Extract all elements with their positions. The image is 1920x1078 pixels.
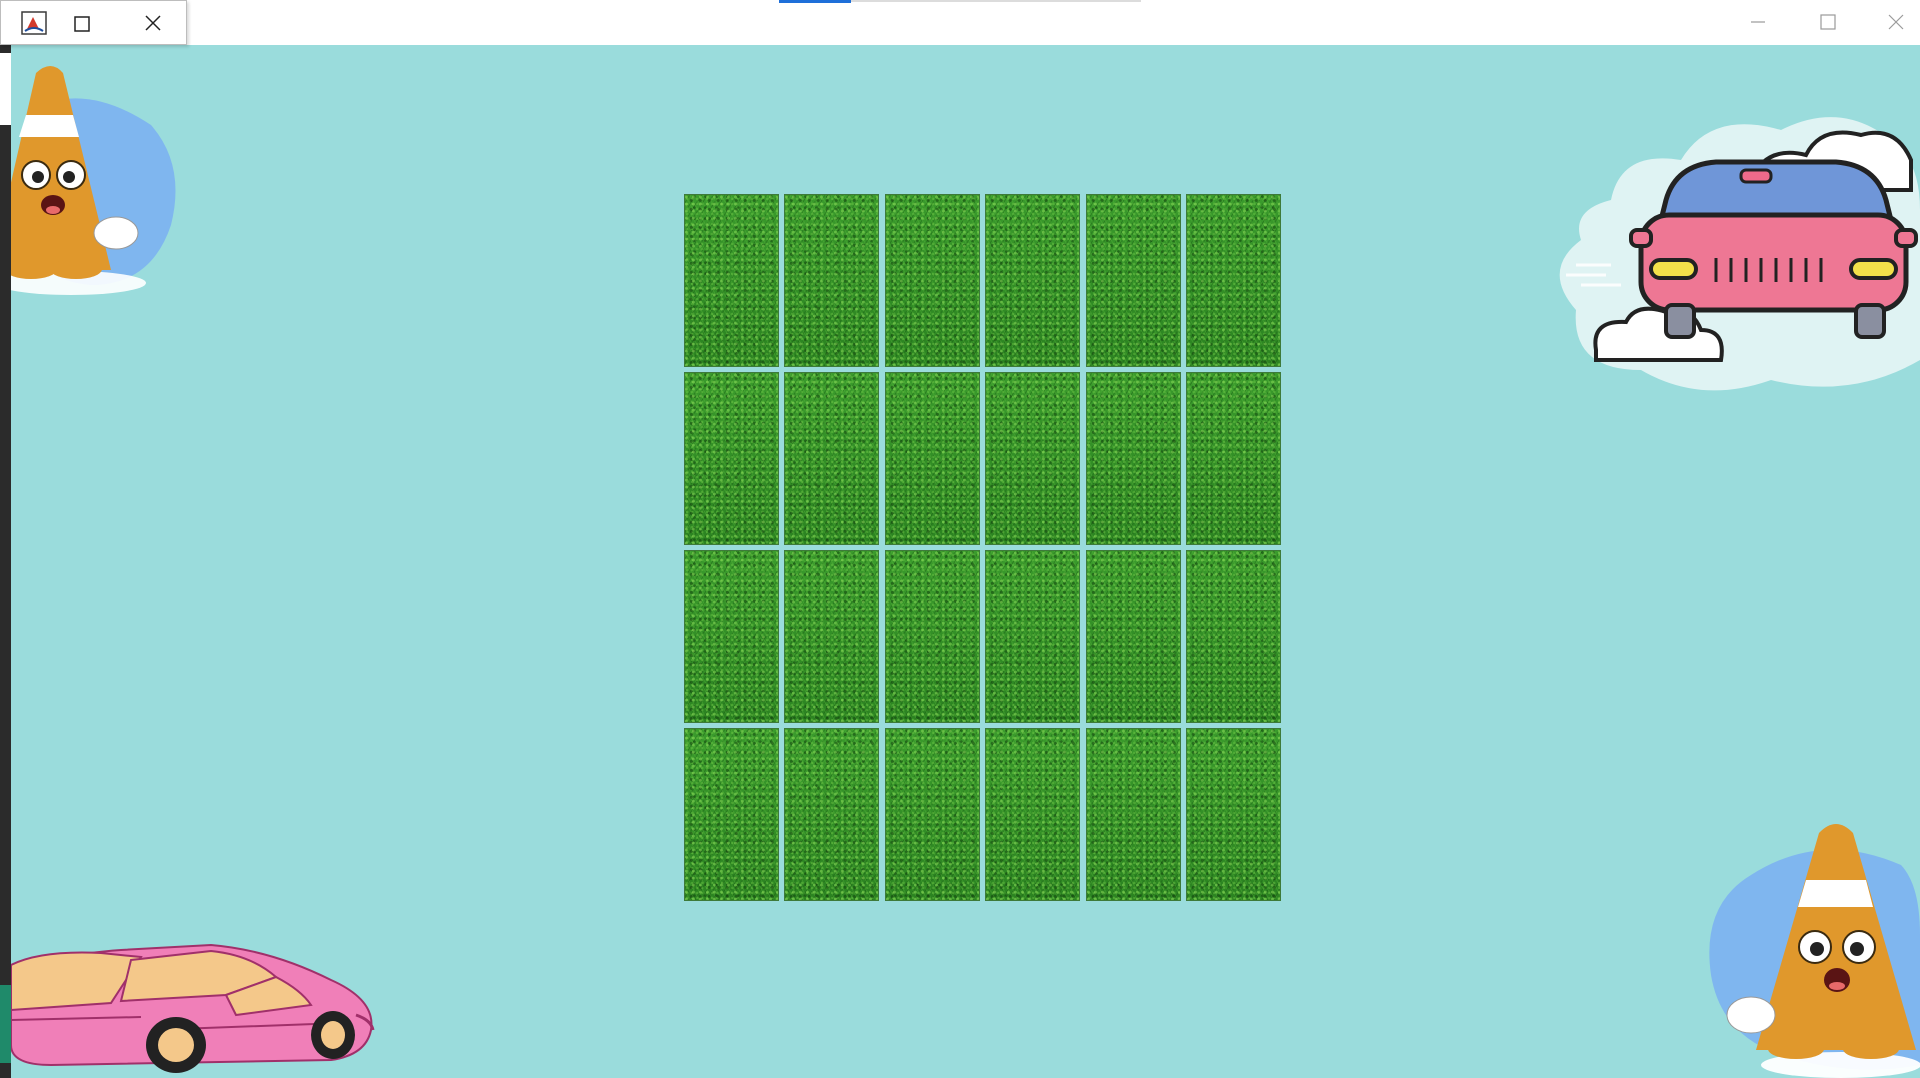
card-tile[interactable] bbox=[884, 194, 980, 367]
java-app-icon bbox=[21, 11, 47, 35]
pink-sports-car-bottom-left bbox=[11, 943, 375, 1073]
pink-car-in-cloud-top-right bbox=[1559, 117, 1920, 391]
secondary-window-bar bbox=[0, 0, 187, 45]
tab-strip bbox=[851, 0, 1141, 2]
memory-card-board bbox=[684, 194, 1296, 902]
card-tile[interactable] bbox=[784, 728, 880, 901]
card-tile[interactable] bbox=[784, 194, 880, 367]
minimize-icon[interactable] bbox=[1748, 12, 1768, 32]
card-tile[interactable] bbox=[1085, 194, 1181, 367]
left-window-edge bbox=[0, 45, 11, 1078]
maximize-icon[interactable] bbox=[73, 15, 91, 33]
card-tile[interactable] bbox=[784, 372, 880, 545]
card-tile[interactable] bbox=[985, 728, 1081, 901]
game-area bbox=[11, 45, 1920, 1078]
card-tile[interactable] bbox=[1185, 550, 1281, 723]
card-tile[interactable] bbox=[684, 194, 779, 367]
card-tile[interactable] bbox=[1185, 194, 1281, 367]
card-tile[interactable] bbox=[1085, 372, 1181, 545]
card-tile[interactable] bbox=[684, 550, 779, 723]
active-tab-indicator bbox=[779, 0, 851, 3]
traffic-cone-character-top-left bbox=[11, 66, 176, 295]
card-tile[interactable] bbox=[684, 372, 779, 545]
card-tile[interactable] bbox=[884, 728, 980, 901]
maximize-icon[interactable] bbox=[1818, 12, 1838, 32]
card-tile[interactable] bbox=[985, 194, 1081, 367]
card-tile[interactable] bbox=[1185, 728, 1281, 901]
card-tile[interactable] bbox=[784, 550, 880, 723]
card-tile[interactable] bbox=[1085, 550, 1181, 723]
card-tile[interactable] bbox=[985, 550, 1081, 723]
card-tile[interactable] bbox=[884, 372, 980, 545]
card-tile[interactable] bbox=[684, 728, 779, 901]
title-bar bbox=[0, 0, 1920, 46]
card-tile[interactable] bbox=[985, 372, 1081, 545]
card-tile[interactable] bbox=[1085, 728, 1181, 901]
close-icon[interactable] bbox=[1886, 12, 1906, 32]
card-tile[interactable] bbox=[884, 550, 980, 723]
traffic-cone-character-bottom-right bbox=[1709, 824, 1920, 1078]
close-icon[interactable] bbox=[143, 13, 163, 33]
card-tile[interactable] bbox=[1185, 372, 1281, 545]
